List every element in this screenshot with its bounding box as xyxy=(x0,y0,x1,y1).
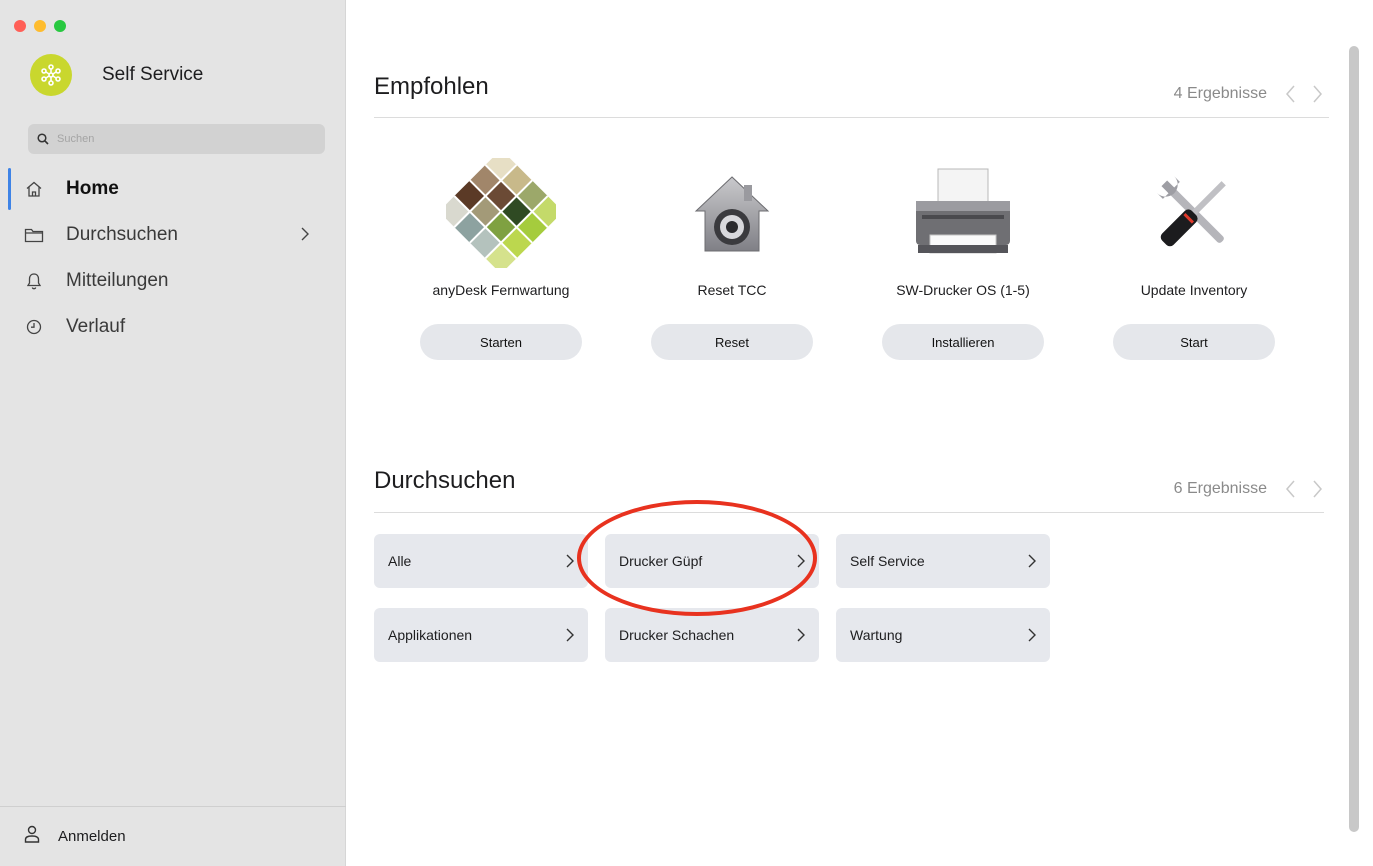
app-brand: Self Service xyxy=(30,54,203,96)
zoom-window-button[interactable] xyxy=(54,20,66,32)
search-field[interactable] xyxy=(28,124,325,154)
category-label: Applikationen xyxy=(388,627,473,643)
category-label: Wartung xyxy=(850,627,903,643)
sidebar-item-label: Home xyxy=(66,178,119,199)
sidebar-item-mitteilungen[interactable]: Mitteilungen xyxy=(0,258,346,304)
chevron-right-icon xyxy=(797,554,805,568)
sidebar-item-label: Verlauf xyxy=(66,316,126,337)
featured-card-sw-drucker: SW-Drucker OS (1-5) Installieren xyxy=(853,158,1073,360)
browse-section-title: Durchsuchen xyxy=(374,467,516,494)
category-label: Self Service xyxy=(850,553,925,569)
self-service-logo-icon xyxy=(30,54,72,96)
search-icon xyxy=(37,133,49,145)
chevron-right-icon xyxy=(1028,554,1036,568)
featured-card-update-inventory: Update Inventory Start xyxy=(1084,158,1304,360)
category-drucker-schachen[interactable]: Drucker Schachen xyxy=(605,608,819,662)
chevron-right-icon xyxy=(566,554,574,568)
category-label: Drucker Schachen xyxy=(619,627,735,643)
category-applikationen[interactable]: Applikationen xyxy=(374,608,588,662)
sidebar-item-label: Durchsuchen xyxy=(66,224,178,245)
folder-icon xyxy=(24,225,44,245)
clock-icon xyxy=(24,317,44,337)
chevron-right-icon xyxy=(1028,628,1036,642)
card-title: anyDesk Fernwartung xyxy=(432,282,570,298)
sidebar-item-verlauf[interactable]: Verlauf xyxy=(0,304,346,350)
minimize-window-button[interactable] xyxy=(34,20,46,32)
featured-card-reset-tcc: Reset TCC Reset xyxy=(622,158,842,360)
featured-section-title: Empfohlen xyxy=(374,73,489,100)
previous-page-icon[interactable] xyxy=(1285,84,1297,104)
next-page-icon[interactable] xyxy=(1311,479,1323,499)
browse-divider xyxy=(374,512,1324,513)
sign-in-button[interactable]: Anmelden xyxy=(0,806,346,866)
category-wartung[interactable]: Wartung xyxy=(836,608,1050,662)
printer-icon xyxy=(903,158,1023,268)
window-controls xyxy=(14,20,66,32)
sidebar-item-durchsuchen[interactable]: Durchsuchen xyxy=(0,212,346,258)
tools-icon xyxy=(1134,158,1254,268)
browse-result-count: 6 Ergebnisse xyxy=(1173,480,1267,497)
previous-page-icon[interactable] xyxy=(1285,479,1297,499)
category-label: Drucker Güpf xyxy=(619,553,703,569)
card-title: Reset TCC xyxy=(697,282,767,298)
chevron-right-icon xyxy=(300,226,310,248)
next-page-icon[interactable] xyxy=(1311,84,1323,104)
category-self-service[interactable]: Self Service xyxy=(836,534,1050,588)
sidebar: Self Service Home Durchsuchen xyxy=(0,0,346,866)
featured-divider xyxy=(374,117,1329,118)
start-anydesk-button[interactable]: Starten xyxy=(420,324,582,360)
main-content: Empfohlen 4 Ergebnisse anyDesk Fernwartu… xyxy=(347,0,1373,866)
close-window-button[interactable] xyxy=(14,20,26,32)
sidebar-nav: Home Durchsuchen Mitteilungen Verlauf xyxy=(0,166,346,350)
featured-card-anydesk: anyDesk Fernwartung Starten xyxy=(391,158,611,360)
card-title: SW-Drucker OS (1-5) xyxy=(896,282,1030,298)
home-icon xyxy=(24,179,44,199)
search-input[interactable] xyxy=(55,132,299,146)
app-title: Self Service xyxy=(102,64,204,85)
featured-result-count: 4 Ergebnisse xyxy=(1173,85,1267,102)
sign-in-label: Anmelden xyxy=(58,828,126,845)
vertical-scrollbar[interactable] xyxy=(1349,46,1359,832)
card-title: Update Inventory xyxy=(1140,282,1248,298)
featured-pager: 4 Ergebnisse xyxy=(1174,84,1323,104)
person-icon xyxy=(24,825,40,848)
sidebar-item-label: Mitteilungen xyxy=(66,270,169,291)
category-drucker-guepf[interactable]: Drucker Güpf xyxy=(605,534,819,588)
category-label: Alle xyxy=(388,553,412,569)
security-house-icon xyxy=(672,158,792,268)
reset-tcc-button[interactable]: Reset xyxy=(651,324,813,360)
sidebar-item-home[interactable]: Home xyxy=(0,166,346,212)
category-alle[interactable]: Alle xyxy=(374,534,588,588)
browse-pager: 6 Ergebnisse xyxy=(1174,479,1323,499)
chevron-right-icon xyxy=(566,628,574,642)
chevron-right-icon xyxy=(797,628,805,642)
anydesk-icon xyxy=(441,158,561,268)
install-printer-button[interactable]: Installieren xyxy=(882,324,1044,360)
start-update-inventory-button[interactable]: Start xyxy=(1113,324,1275,360)
bell-icon xyxy=(24,271,44,291)
